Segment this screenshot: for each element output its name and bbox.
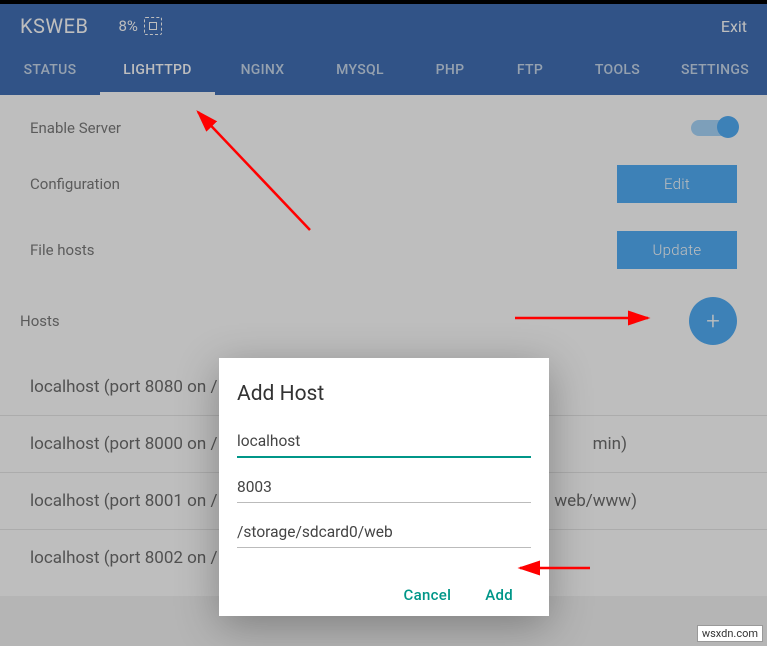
watermark: wsxdn.com — [697, 625, 763, 642]
port-input[interactable] — [237, 472, 531, 503]
cancel-button[interactable]: Cancel — [404, 586, 452, 604]
add-button[interactable]: Add — [485, 586, 513, 604]
path-input[interactable] — [237, 517, 531, 548]
add-host-dialog: Add Host Cancel Add — [219, 358, 549, 616]
dialog-title: Add Host — [237, 382, 531, 406]
host-input[interactable] — [237, 426, 531, 458]
